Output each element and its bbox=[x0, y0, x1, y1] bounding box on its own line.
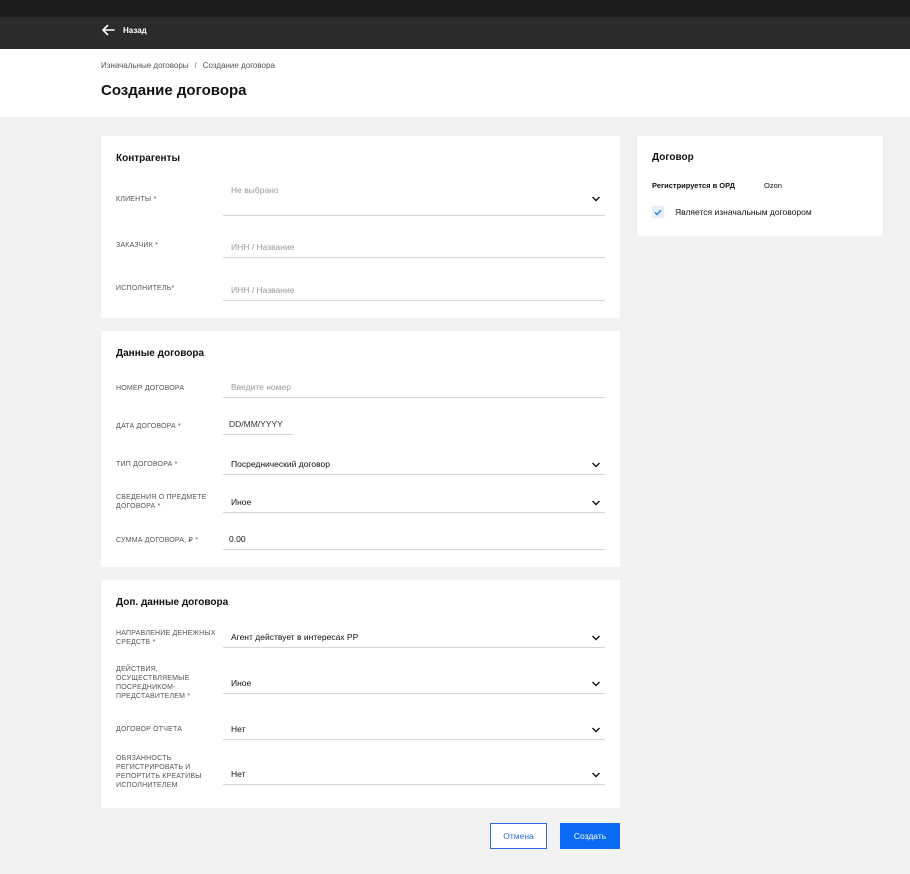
report-contract-value: Нет bbox=[231, 724, 246, 734]
ord-label: Регистрируется в ОРД bbox=[652, 181, 735, 190]
executor-placeholder: ИНН / Название bbox=[231, 285, 295, 295]
breadcrumb-separator: / bbox=[194, 61, 197, 70]
counterparties-card: Контрагенты КЛИЕНТЫ * Не выбрано ЗАКАЗЧИ… bbox=[101, 136, 620, 318]
cancel-button[interactable]: Отмена bbox=[490, 823, 547, 849]
money-direction-value: Агент действует в интересах РР bbox=[231, 632, 359, 642]
agent-actions-value: Иное bbox=[231, 678, 252, 688]
breadcrumb-initial-contracts[interactable]: Изначальные договоры bbox=[101, 61, 189, 70]
chevron-down-icon bbox=[592, 196, 600, 202]
create-button[interactable]: Создать bbox=[560, 823, 620, 849]
contract-type-label: ТИП ДОГОВОРА * bbox=[116, 461, 178, 468]
contract-summary-title: Договор bbox=[652, 152, 694, 163]
contract-date-value: DD/MM/YYYY bbox=[229, 419, 283, 429]
money-direction-select[interactable]: Агент действует в интересах РР bbox=[223, 628, 605, 648]
extra-data-card: Доп. данные договора НАПРАВЛЕНИЕ ДЕНЕЖНЫ… bbox=[101, 580, 620, 808]
contract-type-value: Посреднический договор bbox=[231, 459, 330, 469]
ord-value: Ozon bbox=[764, 181, 782, 190]
contract-amount-input[interactable]: 0.00 bbox=[223, 530, 605, 550]
top-strip bbox=[0, 0, 910, 17]
breadcrumb: Изначальные договоры / Создание договора bbox=[101, 61, 275, 70]
page-title: Создание договора bbox=[101, 82, 247, 99]
chevron-down-icon bbox=[592, 635, 600, 641]
initial-contract-label: Является изначальным договором bbox=[675, 207, 812, 217]
contract-number-input[interactable]: Введите номер bbox=[223, 378, 605, 398]
customer-input[interactable]: ИНН / Название bbox=[223, 238, 605, 258]
extra-data-title: Доп. данные договора bbox=[116, 597, 229, 608]
contract-date-label: ДАТА ДОГОВОРА * bbox=[116, 423, 181, 430]
chevron-down-icon bbox=[592, 727, 600, 733]
executor-input[interactable]: ИНН / Название bbox=[223, 281, 605, 301]
contract-amount-value: 0.00 bbox=[229, 534, 246, 544]
contract-data-title: Данные договора bbox=[116, 348, 205, 359]
counterparties-title: Контрагенты bbox=[116, 153, 181, 164]
contract-data-card: Данные договора НОМЕР ДОГОВОРА Введите н… bbox=[101, 331, 620, 567]
back-label: Назад bbox=[123, 25, 147, 35]
chevron-down-icon bbox=[592, 681, 600, 687]
report-contract-label: ДОГОВОР ОТЧЕТА bbox=[116, 726, 183, 733]
initial-contract-checkbox[interactable] bbox=[652, 206, 664, 218]
back-button[interactable]: Назад bbox=[101, 24, 147, 36]
arrow-left-icon bbox=[102, 24, 115, 36]
contract-number-label: НОМЕР ДОГОВОРА bbox=[116, 385, 185, 392]
customer-placeholder: ИНН / Название bbox=[231, 242, 295, 252]
nav-bar: Назад bbox=[0, 17, 910, 49]
obligation-select[interactable]: Нет bbox=[223, 765, 605, 785]
money-direction-label: НАПРАВЛЕНИЕ ДЕНЕЖНЫХ СРЕДСТВ * bbox=[116, 630, 216, 646]
contract-subject-label: СВЕДЕНИЯ О ПРЕДМЕТЕ ДОГОВОРА * bbox=[116, 494, 207, 510]
contract-amount-label: СУММА ДОГОВОРА, ₽ * bbox=[116, 537, 199, 544]
contract-number-placeholder: Введите номер bbox=[231, 382, 291, 392]
obligation-value: Нет bbox=[231, 769, 246, 779]
chevron-down-icon bbox=[592, 772, 600, 778]
contract-summary-card: Договор Регистрируется в ОРД Ozon Являет… bbox=[637, 136, 883, 236]
contract-type-select[interactable]: Посреднический договор bbox=[223, 455, 605, 475]
clients-placeholder: Не выбрано bbox=[231, 185, 279, 195]
customer-label: ЗАКАЗЧИК * bbox=[116, 242, 159, 249]
contract-subject-select[interactable]: Иное bbox=[223, 493, 605, 513]
clients-label: КЛИЕНТЫ * bbox=[116, 196, 157, 203]
report-contract-select[interactable]: Нет bbox=[223, 720, 605, 740]
obligation-label: ОБЯЗАННОСТЬ РЕГИСТРИРОВАТЬ И РЕПОРТИТЬ К… bbox=[116, 755, 202, 789]
agent-actions-label: ДЕЙСТВИЯ, ОСУЩЕСТВЛЯЕМЫЕ ПОСРЕДНИКОМ-ПРЕ… bbox=[116, 666, 191, 700]
contract-subject-value: Иное bbox=[231, 497, 252, 507]
executor-label: ИСПОЛНИТЕЛЬ* bbox=[116, 285, 175, 292]
checkmark-icon bbox=[654, 209, 662, 215]
page-header: Изначальные договоры / Создание договора… bbox=[0, 49, 910, 117]
chevron-down-icon bbox=[592, 500, 600, 506]
breadcrumb-current: Создание договора bbox=[202, 61, 275, 70]
contract-date-input[interactable]: DD/MM/YYYY bbox=[223, 415, 293, 435]
agent-actions-select[interactable]: Иное bbox=[223, 674, 605, 694]
clients-select[interactable]: Не выбрано bbox=[223, 182, 605, 216]
chevron-down-icon bbox=[592, 462, 600, 468]
